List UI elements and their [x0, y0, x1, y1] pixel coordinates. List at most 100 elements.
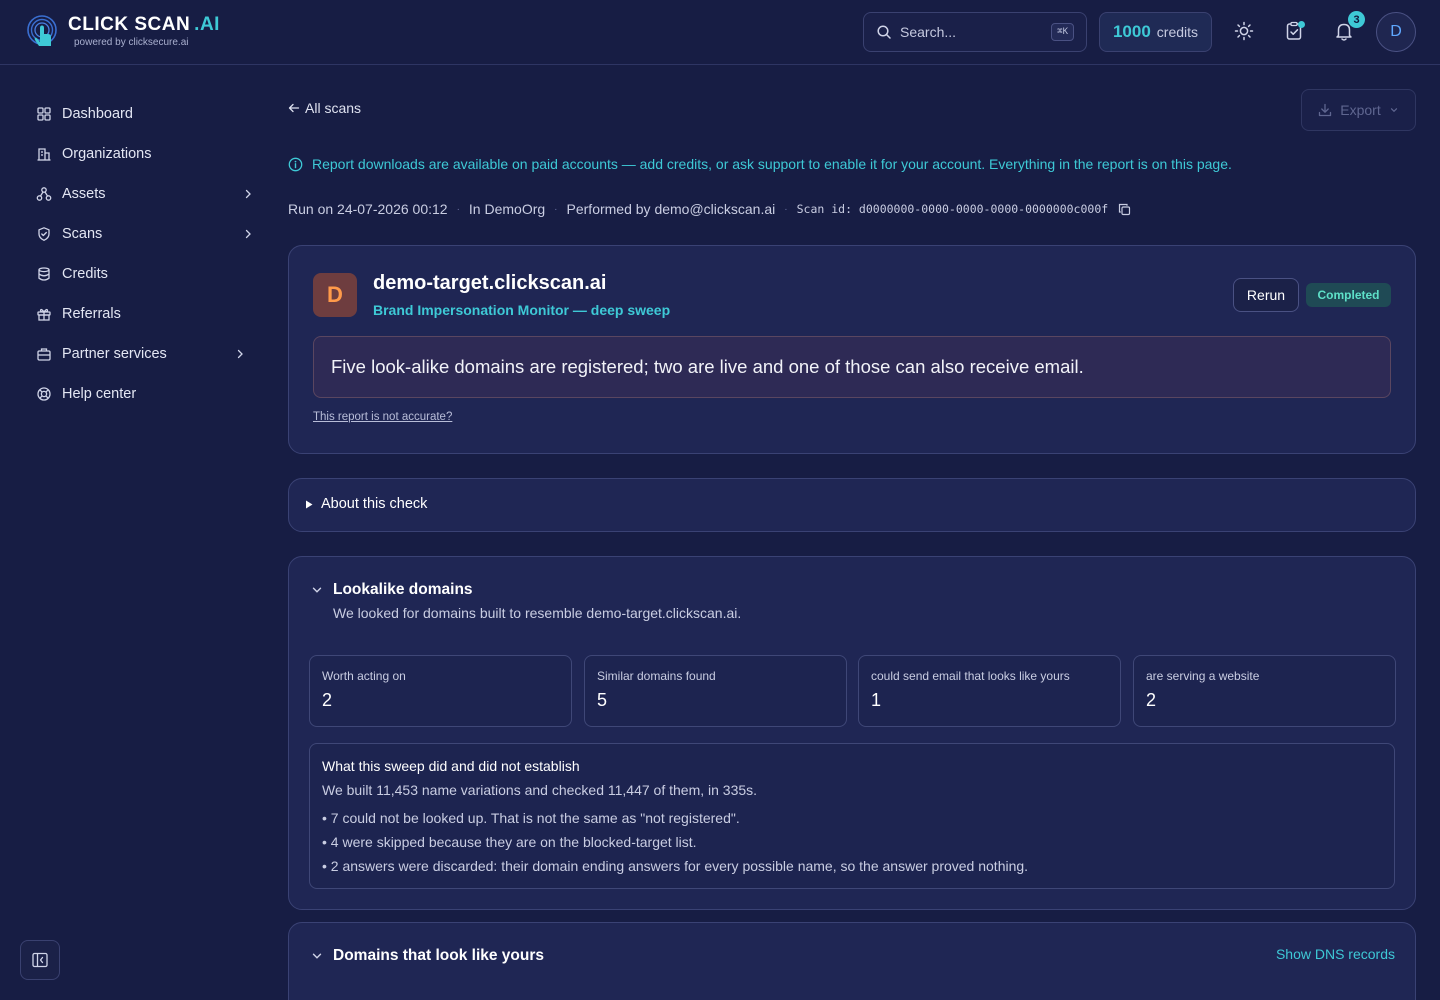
sidebar-item-dashboard[interactable]: Dashboard: [36, 102, 256, 126]
about-toggle[interactable]: About this check: [305, 496, 427, 512]
chevron-right-icon: [242, 188, 254, 200]
sun-icon: [1234, 21, 1254, 41]
sidebar-item-label: Credits: [62, 266, 108, 282]
credits-button[interactable]: 1000 credits: [1099, 12, 1212, 52]
sidebar-item-label: Assets: [62, 186, 106, 202]
sidebar-item-label: Organizations: [62, 146, 152, 162]
about-this-check-section[interactable]: About this check: [288, 478, 1416, 532]
chevron-down-icon: [312, 587, 322, 593]
findings-title: What this sweep did and did not establis…: [322, 758, 580, 774]
caret-right-icon: [306, 500, 313, 508]
meta-separator: ·: [554, 203, 558, 215]
sidebar: Dashboard Organizations Assets Scans Cre…: [0, 65, 270, 1000]
chevron-right-icon: [242, 228, 254, 240]
performed-by: Performed by demo@clickscan.ai: [566, 201, 776, 217]
stat-value: 2: [322, 690, 333, 710]
grid-icon: [36, 106, 52, 122]
back-link-label: All scans: [305, 100, 362, 116]
organization-name: In DemoOrg: [468, 201, 546, 217]
sidebar-item-referrals[interactable]: Referrals: [36, 302, 256, 326]
stat-worth-acting-on: Worth acting on 2: [309, 655, 572, 727]
stat-value: 1: [871, 690, 882, 710]
meta-separator: ·: [784, 203, 788, 215]
findings-bullet: • 7 could not be looked up. That is not …: [322, 810, 740, 826]
search-placeholder: Search...: [900, 24, 957, 40]
stat-label: Worth acting on: [322, 669, 406, 683]
building-icon: [36, 146, 52, 162]
shield-icon: [36, 226, 52, 242]
download-icon: [1319, 103, 1332, 117]
stat-label: are serving a website: [1146, 669, 1260, 683]
database-icon: [36, 266, 52, 282]
search-icon: [877, 25, 891, 39]
target-avatar: D: [313, 273, 357, 317]
sidebar-item-organizations[interactable]: Organizations: [36, 142, 256, 166]
scan-id: Scan id: d0000000-0000-0000-0000-0000000…: [796, 202, 1109, 216]
domains-like-yours-section: Domains that look like yours Show DNS re…: [288, 922, 1416, 1000]
sidebar-item-scans[interactable]: Scans: [36, 222, 256, 246]
sidebar-item-label: Dashboard: [62, 106, 133, 122]
findings-bullet: • 2 answers were discarded: their domain…: [322, 858, 1029, 874]
export-button[interactable]: Export: [1301, 89, 1416, 131]
info-icon: [288, 157, 303, 171]
sidebar-item-assets[interactable]: Assets: [36, 182, 256, 206]
export-label: Export: [1340, 102, 1381, 118]
rerun-button[interactable]: Rerun: [1233, 278, 1299, 312]
back-to-all-scans-link[interactable]: All scans: [288, 100, 361, 116]
domains-toggle[interactable]: Domains that look like yours: [311, 947, 544, 965]
check-name: Brand Impersonation Monitor — deep sweep: [373, 302, 671, 318]
tasks-indicator-dot: [1298, 21, 1305, 28]
brand-name: CLICK SCAN: [68, 14, 191, 35]
search-input[interactable]: Search... ⌘K: [863, 12, 1087, 52]
collapse-sidebar-button[interactable]: [20, 940, 60, 980]
about-label: About this check: [321, 496, 428, 512]
gift-icon: [36, 306, 52, 322]
info-banner-text: Report downloads are available on paid a…: [312, 156, 1232, 172]
credits-label: credits: [1156, 24, 1199, 40]
sidebar-collapse-icon: [32, 952, 48, 968]
assets-icon: [36, 186, 52, 202]
notification-count-badge: 3: [1348, 11, 1365, 28]
scan-summary-text: Five look-alike domains are registered; …: [313, 336, 1391, 398]
sidebar-item-help-center[interactable]: Help center: [36, 382, 256, 406]
section-title: Lookalike domains: [333, 581, 473, 598]
target-domain: demo-target.clickscan.ai: [373, 272, 607, 294]
lookalike-domains-section: Lookalike domains We looked for domains …: [288, 556, 1416, 910]
search-shortcut: ⌘K: [1051, 23, 1074, 41]
sidebar-item-label: Help center: [62, 386, 137, 402]
lifebuoy-icon: [36, 386, 52, 402]
sidebar-item-label: Referrals: [62, 306, 121, 322]
theme-toggle-button[interactable]: [1233, 20, 1255, 42]
report-inaccurate-link[interactable]: This report is not accurate?: [313, 411, 452, 423]
stat-similar-domains-found: Similar domains found 5: [584, 655, 847, 727]
fingerprint-hand-icon: [27, 15, 57, 46]
brand-logo[interactable]: CLICK SCAN .AI powered by clicksecure.ai: [26, 12, 220, 50]
top-bar: CLICK SCAN .AI powered by clicksecure.ai …: [0, 0, 1440, 65]
sidebar-item-partner-services[interactable]: Partner services: [36, 342, 256, 366]
stat-serving-website: are serving a website 2: [1133, 655, 1396, 727]
show-dns-records-link[interactable]: Show DNS records: [1276, 946, 1395, 962]
stat-value: 5: [597, 690, 608, 710]
section-title: Domains that look like yours: [333, 947, 545, 964]
copy-icon[interactable]: [1118, 203, 1131, 216]
scan-meta: Run on 24-07-2026 00:12 · In DemoOrg · P…: [288, 201, 1131, 217]
chevron-right-icon: [234, 348, 246, 360]
stat-value: 2: [1146, 690, 1157, 710]
brand-powered-by: powered by clicksecure.ai: [74, 37, 189, 48]
chevron-down-icon: [312, 953, 322, 959]
section-description: We looked for domains built to resemble …: [333, 605, 742, 621]
credits-count: 1000: [1112, 22, 1151, 41]
sidebar-item-label: Partner services: [62, 346, 167, 362]
stat-label: Similar domains found: [597, 669, 716, 683]
user-avatar[interactable]: D: [1376, 12, 1416, 52]
run-date: Run on 24-07-2026 00:12: [288, 201, 448, 217]
sidebar-item-credits[interactable]: Credits: [36, 262, 256, 286]
arrow-left-icon: [288, 103, 300, 113]
status-badge: Completed: [1306, 283, 1391, 307]
scan-summary-card: D demo-target.clickscan.ai Brand Imperso…: [288, 245, 1416, 454]
brand-suffix: .AI: [194, 14, 220, 35]
briefcase-icon: [36, 346, 52, 362]
lookalike-toggle[interactable]: Lookalike domains: [311, 581, 473, 599]
findings-intro: We built 11,453 name variations and chec…: [322, 782, 758, 798]
sweep-findings-box: What this sweep did and did not establis…: [309, 743, 1395, 889]
